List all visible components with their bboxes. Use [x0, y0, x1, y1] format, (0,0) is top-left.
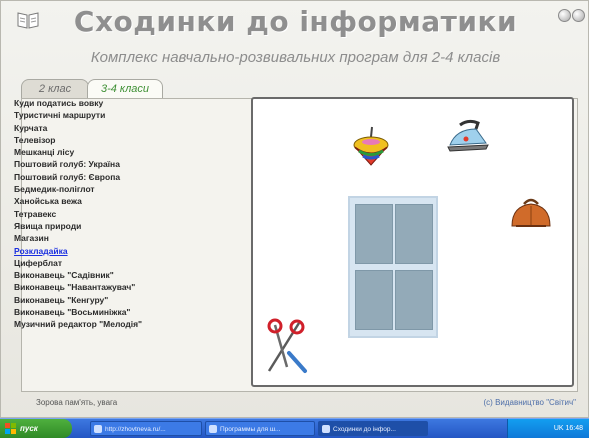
start-button[interactable]: пуск [0, 419, 72, 438]
list-item[interactable]: Мешканці лісу [14, 146, 244, 158]
scissors-icon[interactable] [261, 317, 309, 379]
game-preview[interactable] [251, 97, 574, 387]
list-item[interactable]: Виконавець "Садівник" [14, 269, 244, 281]
system-tray[interactable]: UK 16:48 [507, 419, 589, 438]
app-window: Сходинки до інформатики Комплекс навчаль… [0, 0, 589, 418]
list-item[interactable]: Телевізор [14, 134, 244, 146]
list-item-selected[interactable]: Розкладайка [14, 245, 244, 257]
handbag-icon[interactable] [508, 196, 554, 230]
list-item[interactable]: Циферблат [14, 257, 244, 269]
list-item[interactable]: Куди податись вовку [14, 97, 244, 109]
tab-grade-2[interactable]: 2 клас [21, 79, 89, 98]
taskbar: пуск http://zhovtneva.ru/... Программы д… [0, 418, 589, 438]
browser-icon [94, 425, 102, 433]
list-item[interactable]: Бедмедик-поліглот [14, 183, 244, 195]
list-item[interactable]: Виконавець "Навантажувач" [14, 281, 244, 293]
list-item[interactable]: Курчата [14, 122, 244, 134]
app-subtitle: Комплекс навчально-розвивальних програм … [90, 49, 501, 66]
window-pane [395, 204, 433, 264]
list-item[interactable]: Виконавець "Кенгуру" [14, 294, 244, 306]
list-item[interactable]: Поштовий голуб: Європа [14, 171, 244, 183]
app-title: Сходинки до інформатики [73, 5, 518, 38]
iron-icon[interactable] [446, 117, 492, 155]
taskbar-item[interactable]: Программы для ш... [205, 421, 315, 436]
document-icon [209, 425, 217, 433]
window-pane [355, 270, 393, 330]
start-label: пуск [20, 424, 38, 433]
list-item[interactable]: Туристичні маршрути [14, 109, 244, 121]
taskbar-item-label: Сходинки до інфор... [333, 426, 396, 433]
window-pane [395, 270, 433, 330]
taskbar-item-active[interactable]: Сходинки до інфор... [318, 421, 428, 436]
list-item[interactable]: Явища природи [14, 220, 244, 232]
skill-description: Зорова пам'ять, увага [36, 398, 118, 407]
app-icon [322, 425, 330, 433]
window-pane [355, 204, 393, 264]
window-frame [348, 196, 438, 338]
tab-grades-3-4[interactable]: 3-4 класи [87, 79, 163, 99]
publisher-link[interactable]: (c) Видавництво "Світич" [484, 398, 576, 407]
list-item[interactable]: Магазин [14, 232, 244, 244]
list-item[interactable]: Музичний редактор "Мелодія" [14, 318, 244, 330]
windows-logo-icon [5, 423, 16, 434]
list-item[interactable]: Поштовий голуб: Україна [14, 158, 244, 170]
list-item[interactable]: Тетравекс [14, 208, 244, 220]
spinning-top-icon[interactable] [351, 125, 391, 169]
taskbar-item-label: Программы для ш... [220, 426, 281, 433]
list-item[interactable]: Ханойська вежа [14, 195, 244, 207]
program-list: Куди податись вовку Туристичні маршрути … [14, 97, 244, 331]
list-item[interactable]: Виконавець "Восьминіжка" [14, 306, 244, 318]
taskbar-item[interactable]: http://zhovtneva.ru/... [90, 421, 202, 436]
taskbar-item-label: http://zhovtneva.ru/... [105, 426, 166, 433]
